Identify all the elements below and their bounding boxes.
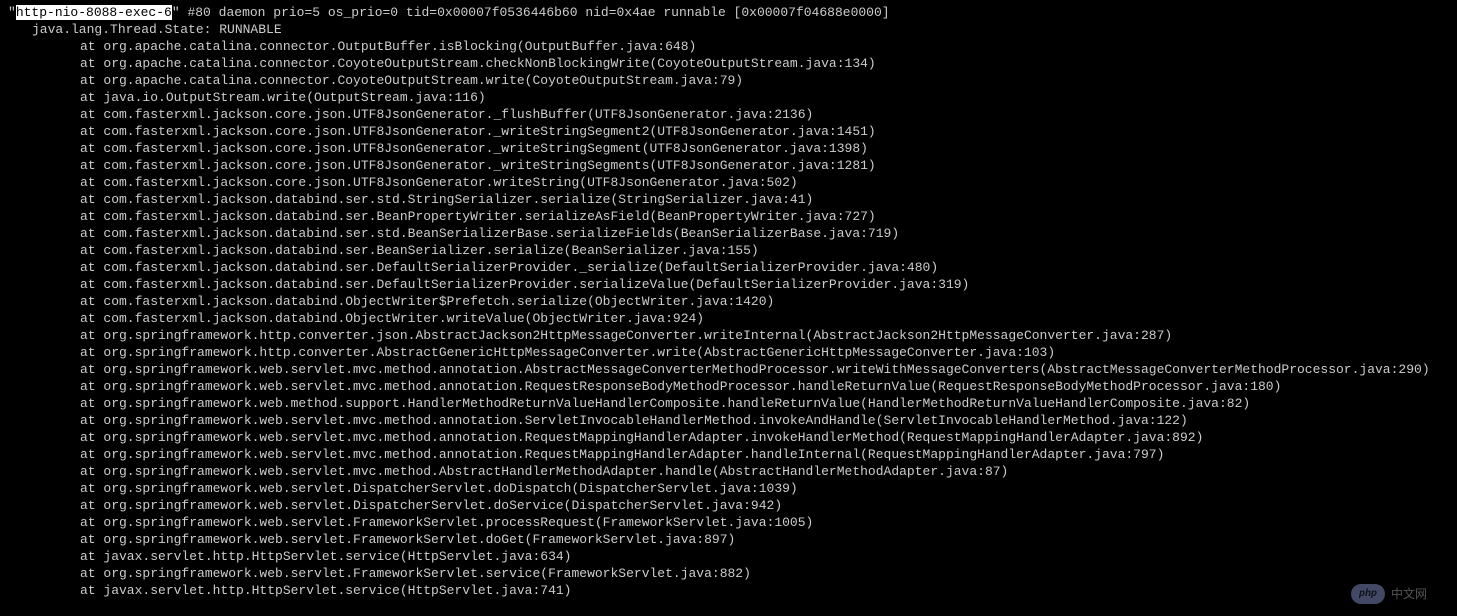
- stack-frame: at org.springframework.web.servlet.mvc.m…: [8, 412, 1449, 429]
- stack-frame: at com.fasterxml.jackson.databind.ser.Be…: [8, 208, 1449, 225]
- stack-frame: at org.springframework.web.servlet.mvc.m…: [8, 446, 1449, 463]
- stack-frame: at com.fasterxml.jackson.core.json.UTF8J…: [8, 106, 1449, 123]
- stack-frame: at org.springframework.web.servlet.Dispa…: [8, 497, 1449, 514]
- quote-close: ": [172, 5, 180, 20]
- stack-frame: at org.springframework.web.servlet.Frame…: [8, 531, 1449, 548]
- stack-frame: at com.fasterxml.jackson.databind.ser.Be…: [8, 242, 1449, 259]
- stack-frame: at com.fasterxml.jackson.core.json.UTF8J…: [8, 157, 1449, 174]
- stack-frame: at org.springframework.web.servlet.mvc.m…: [8, 429, 1449, 446]
- thread-header: "http-nio-8088-exec-6" #80 daemon prio=5…: [8, 4, 1449, 21]
- stack-frame: at org.apache.catalina.connector.CoyoteO…: [8, 55, 1449, 72]
- stack-frame: at org.springframework.web.servlet.mvc.m…: [8, 463, 1449, 480]
- stack-frame: at javax.servlet.http.HttpServlet.servic…: [8, 548, 1449, 565]
- stack-frame: at org.apache.catalina.connector.CoyoteO…: [8, 72, 1449, 89]
- stack-frame: at org.springframework.web.servlet.Dispa…: [8, 480, 1449, 497]
- stack-frame: at javax.servlet.http.HttpServlet.servic…: [8, 582, 1449, 599]
- stack-frame: at com.fasterxml.jackson.core.json.UTF8J…: [8, 174, 1449, 191]
- stack-frame: at org.springframework.web.method.suppor…: [8, 395, 1449, 412]
- stack-frame: at org.springframework.web.servlet.mvc.m…: [8, 361, 1449, 378]
- stack-frame: at org.apache.catalina.connector.OutputB…: [8, 38, 1449, 55]
- stack-frame: at org.springframework.http.converter.Ab…: [8, 344, 1449, 361]
- stack-frame: at com.fasterxml.jackson.databind.ser.De…: [8, 276, 1449, 293]
- stack-trace: at org.apache.catalina.connector.OutputB…: [8, 38, 1449, 599]
- thread-header-rest: #80 daemon prio=5 os_prio=0 tid=0x00007f…: [180, 5, 890, 20]
- stack-frame: at org.springframework.web.servlet.Frame…: [8, 514, 1449, 531]
- stack-frame: at com.fasterxml.jackson.core.json.UTF8J…: [8, 140, 1449, 157]
- stack-frame: at com.fasterxml.jackson.databind.Object…: [8, 293, 1449, 310]
- thread-name-highlight: http-nio-8088-exec-6: [16, 5, 172, 20]
- quote-open: ": [8, 5, 16, 20]
- stack-frame: at com.fasterxml.jackson.databind.Object…: [8, 310, 1449, 327]
- stack-frame: at java.io.OutputStream.write(OutputStre…: [8, 89, 1449, 106]
- stack-frame: at com.fasterxml.jackson.databind.ser.De…: [8, 259, 1449, 276]
- thread-state: java.lang.Thread.State: RUNNABLE: [8, 21, 1449, 38]
- stack-frame: at org.springframework.web.servlet.Frame…: [8, 565, 1449, 582]
- stack-frame: at com.fasterxml.jackson.databind.ser.st…: [8, 225, 1449, 242]
- stack-frame: at com.fasterxml.jackson.databind.ser.st…: [8, 191, 1449, 208]
- stack-frame: at org.springframework.web.servlet.mvc.m…: [8, 378, 1449, 395]
- stack-frame: at org.springframework.http.converter.js…: [8, 327, 1449, 344]
- stack-frame: at com.fasterxml.jackson.core.json.UTF8J…: [8, 123, 1449, 140]
